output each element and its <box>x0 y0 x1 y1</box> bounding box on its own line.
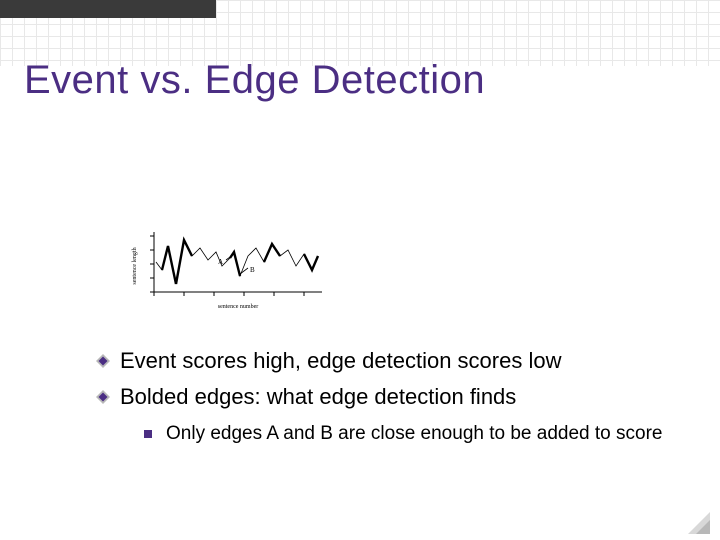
bullet-item: Bolded edges: what edge detection finds <box>96 382 686 412</box>
bullet-text: Event scores high, edge detection scores… <box>120 346 686 376</box>
chart-label-a: A <box>218 258 223 266</box>
sub-bullet-item: Only edges A and B are close enough to b… <box>144 421 686 447</box>
square-bullet-icon <box>144 430 152 438</box>
bullet-item: Event scores high, edge detection scores… <box>96 346 686 376</box>
sub-bullet-text: Only edges A and B are close enough to b… <box>166 421 686 447</box>
chart-xlabel: sentence number <box>218 304 258 310</box>
chart-ylabel: sentence length <box>132 247 138 284</box>
header-dark-block <box>0 0 216 18</box>
diamond-bullet-icon <box>96 390 110 404</box>
bullet-text: Bolded edges: what edge detection finds <box>120 382 686 412</box>
corner-dogear-icon <box>682 506 710 534</box>
diamond-bullet-icon <box>96 354 110 368</box>
slide-title: Event vs. Edge Detection <box>24 58 485 103</box>
chart-figure: A B sentence length sentence number <box>126 226 330 312</box>
chart-label-b: B <box>250 266 255 274</box>
bullet-list: Event scores high, edge detection scores… <box>96 346 686 447</box>
